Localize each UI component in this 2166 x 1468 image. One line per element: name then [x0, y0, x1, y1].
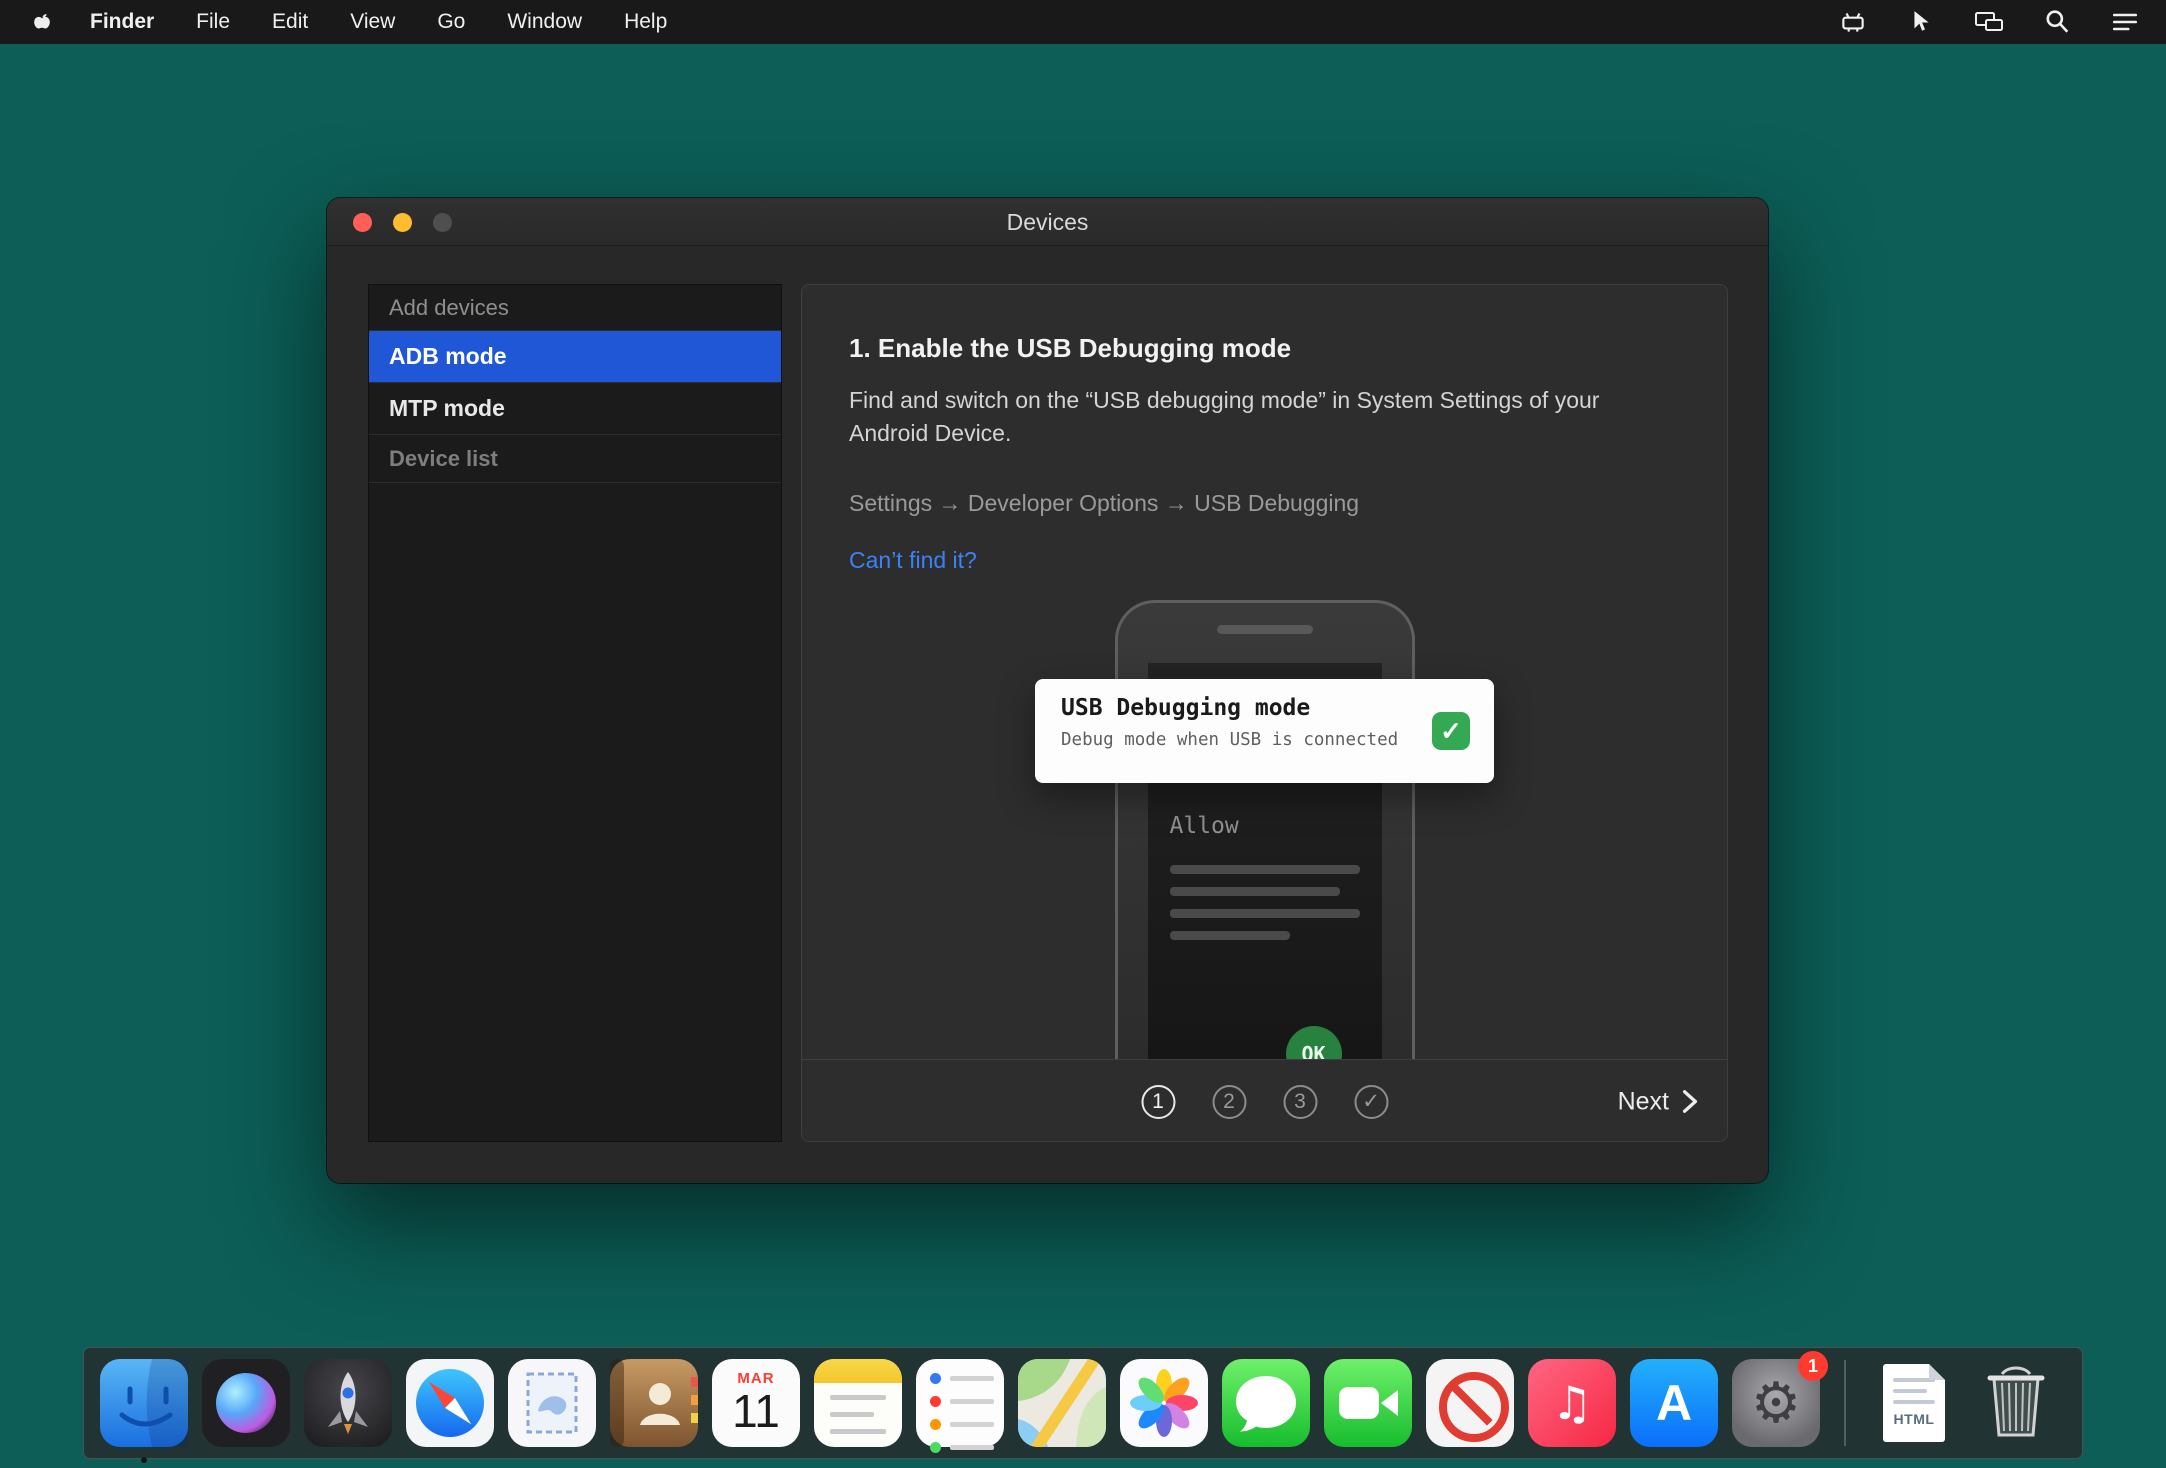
sidebar-item-mtp-mode[interactable]: MTP mode [369, 383, 781, 435]
notification-badge: 1 [1798, 1351, 1828, 1381]
reminder-row [930, 1396, 1004, 1407]
dock-messages-icon[interactable] [1222, 1359, 1310, 1447]
reminder-dot [930, 1419, 941, 1430]
menu-app-name[interactable]: Finder [90, 10, 154, 34]
devices-window: Devices Add devices ADB mode MTP mode De… [327, 198, 1768, 1183]
screen-mirroring-icon[interactable] [1974, 9, 2004, 35]
dock-calendar-icon[interactable]: MAR 11 [712, 1359, 800, 1447]
dock-system-preferences-icon[interactable]: ⚙ 1 [1732, 1359, 1820, 1447]
step-instructions: 1. Enable the USB Debugging mode Find an… [802, 285, 1727, 574]
running-indicator [141, 1457, 147, 1463]
reminder-row [930, 1419, 1004, 1430]
dock-notes-icon[interactable] [814, 1359, 902, 1447]
wizard-bottom-bar: 1 2 3 ✓ Next [802, 1059, 1727, 1142]
step-body: Find and switch on the “USB debugging mo… [849, 384, 1649, 450]
document-line [1893, 1389, 1927, 1393]
next-label: Next [1618, 1087, 1669, 1116]
menu-item-window[interactable]: Window [507, 10, 582, 34]
reminder-line [950, 1376, 994, 1381]
chevron-right-icon [1681, 1089, 1699, 1115]
popup-title: USB Debugging mode [1061, 695, 1494, 721]
settings-path: Settings → Developer Options → USB Debug… [849, 490, 1680, 517]
dock-facetime-icon[interactable] [1324, 1359, 1412, 1447]
desktop: { "colors": { "teal_background": "#0c5e5… [0, 0, 2166, 1468]
notes-line [830, 1429, 886, 1434]
dock-siri-icon[interactable] [202, 1359, 290, 1447]
dock-launchpad-icon[interactable] [304, 1359, 392, 1447]
dock-blocked-app-icon[interactable] [1426, 1359, 1514, 1447]
step-indicators: 1 2 3 ✓ [1141, 1085, 1388, 1119]
usb-debugging-popup: USB Debugging mode Debug mode when USB i… [1035, 679, 1494, 783]
dock-trash-icon[interactable] [1972, 1359, 2060, 1447]
step-indicator-1: 1 [1141, 1085, 1175, 1119]
skeleton-line [1170, 887, 1340, 896]
menu-item-edit[interactable]: Edit [272, 10, 308, 34]
html-file-label: HTML [1883, 1411, 1945, 1427]
sidebar: Add devices ADB mode MTP mode Device lis… [368, 284, 782, 1142]
dock-app-store-icon[interactable]: A [1630, 1359, 1718, 1447]
content-panel: 1. Enable the USB Debugging mode Find an… [801, 284, 1728, 1142]
search-icon[interactable] [2042, 9, 2072, 35]
phone-illustration: Allow OK [1115, 600, 1415, 1062]
dock-reminders-icon[interactable] [916, 1359, 1004, 1447]
phone-speaker [1217, 625, 1313, 634]
menu-item-view[interactable]: View [350, 10, 395, 34]
notes-line [830, 1412, 874, 1417]
step-indicator-done-icon: ✓ [1354, 1085, 1388, 1119]
notes-line [830, 1395, 886, 1400]
document-line [1893, 1378, 1935, 1382]
reminder-dot [930, 1396, 941, 1407]
menu-bar: Finder File Edit View Go Window Help [0, 0, 2166, 44]
skeleton-text [1170, 865, 1382, 940]
dock-music-icon[interactable]: ♫ [1528, 1359, 1616, 1447]
sidebar-item-adb-mode[interactable]: ADB mode [369, 331, 781, 383]
reminder-row [930, 1373, 1004, 1384]
skeleton-line [1170, 909, 1360, 918]
dock-contacts-icon[interactable] [610, 1359, 698, 1447]
app-store-a-glyph: A [1656, 1374, 1692, 1432]
menu-item-go[interactable]: Go [437, 10, 465, 34]
reminder-line [950, 1422, 994, 1427]
dock-photos-icon[interactable] [1120, 1359, 1208, 1447]
step-title: 1. Enable the USB Debugging mode [849, 333, 1680, 364]
list-icon[interactable] [2110, 9, 2140, 35]
menu-bar-status-icons [1838, 0, 2140, 44]
menu-item-file[interactable]: File [196, 10, 230, 34]
skeleton-line [1170, 931, 1290, 940]
menu-item-help[interactable]: Help [624, 10, 667, 34]
gear-icon: ⚙ [1751, 1371, 1801, 1436]
reminder-dot [930, 1373, 941, 1384]
dock-html-file-icon[interactable]: HTML [1870, 1359, 1958, 1447]
document-page: HTML [1883, 1364, 1945, 1442]
dock-mail-icon[interactable] [508, 1359, 596, 1447]
dock-separator [1844, 1360, 1846, 1446]
notes-yellow-band [814, 1359, 902, 1383]
next-button[interactable]: Next [1618, 1087, 1699, 1116]
reminder-dot [930, 1442, 941, 1453]
reminder-row [930, 1442, 1004, 1453]
android-device-icon[interactable] [1838, 9, 1868, 35]
checkbox-checked-icon: ✓ [1432, 712, 1470, 750]
window-title: Devices [327, 198, 1768, 246]
window-titlebar: Devices [327, 198, 1768, 246]
reminder-line [950, 1445, 994, 1450]
pointer-icon[interactable] [1906, 9, 1936, 35]
dock-maps-icon[interactable] [1018, 1359, 1106, 1447]
apple-logo-icon[interactable] [30, 9, 56, 35]
reminder-line [950, 1399, 994, 1404]
calendar-day: 11 [712, 1388, 800, 1434]
step-indicator-2: 2 [1212, 1085, 1246, 1119]
skeleton-line [1170, 865, 1360, 874]
step-indicator-3: 3 [1283, 1085, 1317, 1119]
cant-find-it-link[interactable]: Can’t find it? [849, 547, 977, 574]
dock-safari-icon[interactable] [406, 1359, 494, 1447]
sidebar-item-device-list[interactable]: Device list [369, 435, 781, 483]
dock-finder-icon[interactable] [100, 1359, 188, 1447]
popup-subtitle: Debug mode when USB is connected [1061, 730, 1494, 750]
sidebar-header-add-devices: Add devices [369, 285, 781, 331]
music-note-glyph: ♫ [1551, 1376, 1592, 1430]
allow-label: Allow [1170, 813, 1382, 839]
document-line [1893, 1400, 1935, 1404]
dock: MAR 11 [83, 1347, 2083, 1459]
